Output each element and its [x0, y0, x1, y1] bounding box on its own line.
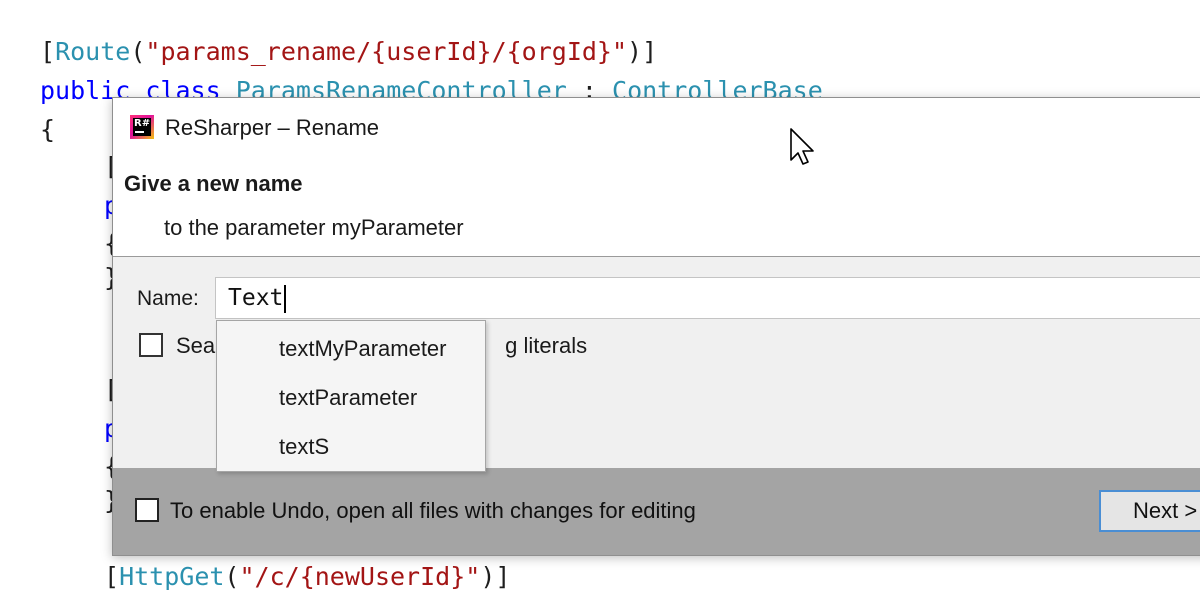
search-literals-checkbox[interactable]: [139, 333, 163, 357]
code-token: (: [224, 562, 240, 591]
autocomplete-item[interactable]: textS: [279, 433, 329, 461]
autocomplete-popup: textMyParameter textParameter textS: [216, 320, 486, 472]
next-button[interactable]: Next >: [1099, 490, 1200, 532]
logo-underline: [135, 131, 144, 133]
search-label-start: Sea: [176, 333, 216, 358]
dialog-title: ReSharper – Rename: [165, 115, 380, 140]
code-token: HttpGet: [119, 562, 225, 591]
logo-text: R#: [134, 118, 151, 129]
text-caret: [284, 284, 287, 313]
dialog-titlebar[interactable]: R# ReSharper – Rename: [113, 98, 1200, 156]
dialog-footer: To enable Undo, open all files with chan…: [113, 468, 1200, 555]
code-token: Route: [55, 37, 131, 66]
dialog-subheading: to the parameter myParameter: [164, 215, 464, 240]
name-input[interactable]: Text: [215, 277, 1200, 319]
code-token: "params_rename/{userId}/{orgId}": [145, 37, 628, 66]
code-token: "/c/{newUserId}": [239, 562, 481, 591]
autocomplete-item[interactable]: textMyParameter: [279, 335, 447, 363]
code-token: )]: [627, 37, 658, 66]
dialog-heading: Give a new name: [124, 171, 303, 196]
undo-checkbox[interactable]: [135, 498, 159, 522]
code-token: (: [130, 37, 146, 66]
autocomplete-item[interactable]: textParameter: [279, 384, 417, 412]
code-token: )]: [480, 562, 511, 591]
code-line-httpget: [HttpGet("/c/{newUserId}")]: [104, 562, 510, 592]
code-line-brace: {: [40, 115, 56, 144]
search-label-end: g literals: [505, 333, 588, 358]
code-token: [: [40, 37, 56, 66]
logo-mark: R#: [133, 118, 151, 136]
name-input-value: Text: [228, 285, 284, 311]
name-label: Name:: [137, 287, 199, 310]
undo-label[interactable]: To enable Undo, open all files with chan…: [170, 497, 696, 525]
mouse-pointer-icon: [790, 128, 814, 165]
resharper-logo-icon: R#: [130, 115, 154, 139]
dialog-header: Give a new name to the parameter myParam…: [113, 156, 1200, 257]
code-line-route: [Route("params_rename/{userId}/{orgId}")…: [40, 37, 657, 67]
code-token: [: [104, 562, 120, 591]
